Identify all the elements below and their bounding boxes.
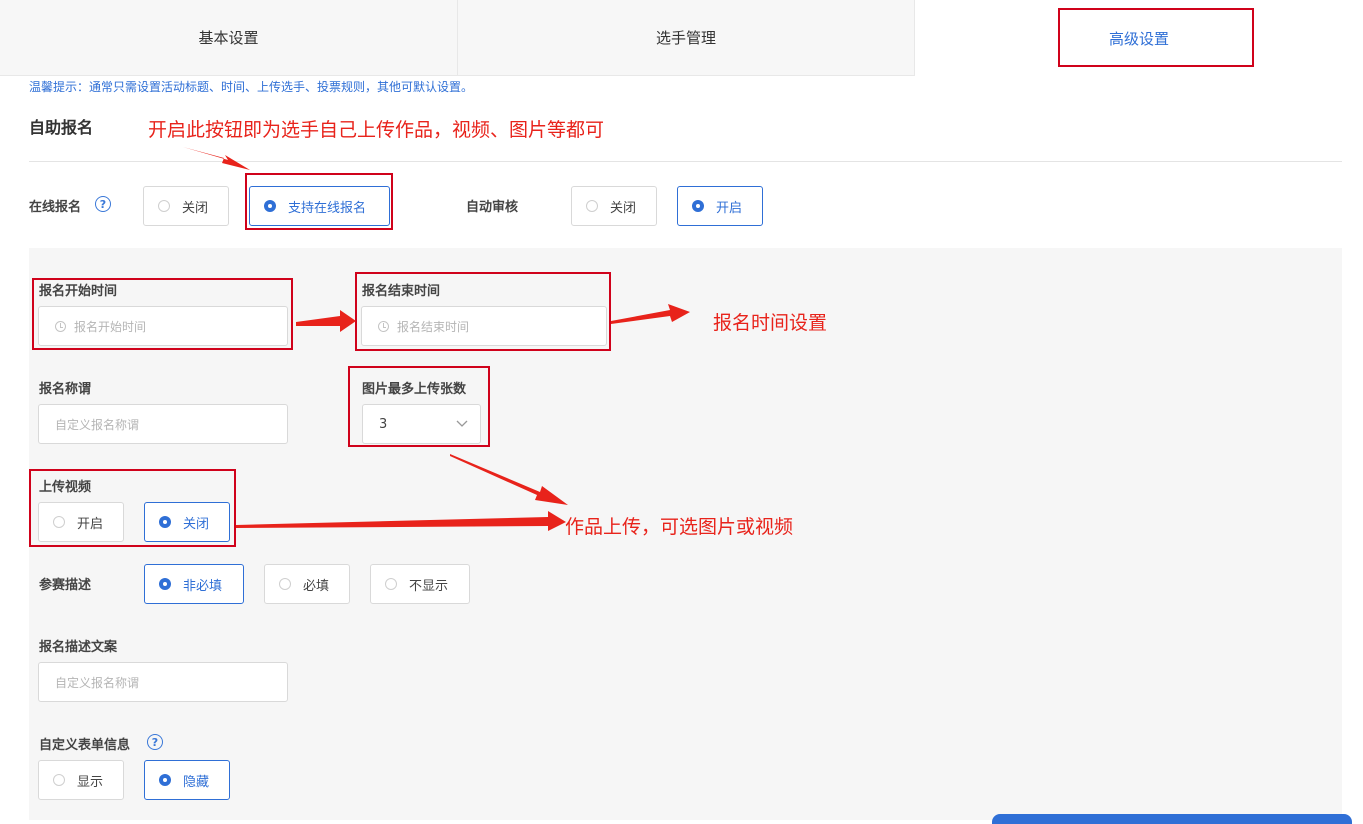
arrow-icon: [183, 147, 250, 170]
annotation-signup-time: 报名时间设置: [713, 312, 828, 334]
arrow-icon: [450, 454, 568, 505]
annotation-upload: 作品上传，可选图片或视频: [565, 516, 794, 538]
arrow-icon: [611, 304, 690, 324]
arrow-icon: [296, 310, 356, 332]
annotation-online-signup: 开启此按钮即为选手自己上传作品，视频、图片等都可: [148, 119, 605, 141]
arrow-icon: [236, 511, 566, 531]
